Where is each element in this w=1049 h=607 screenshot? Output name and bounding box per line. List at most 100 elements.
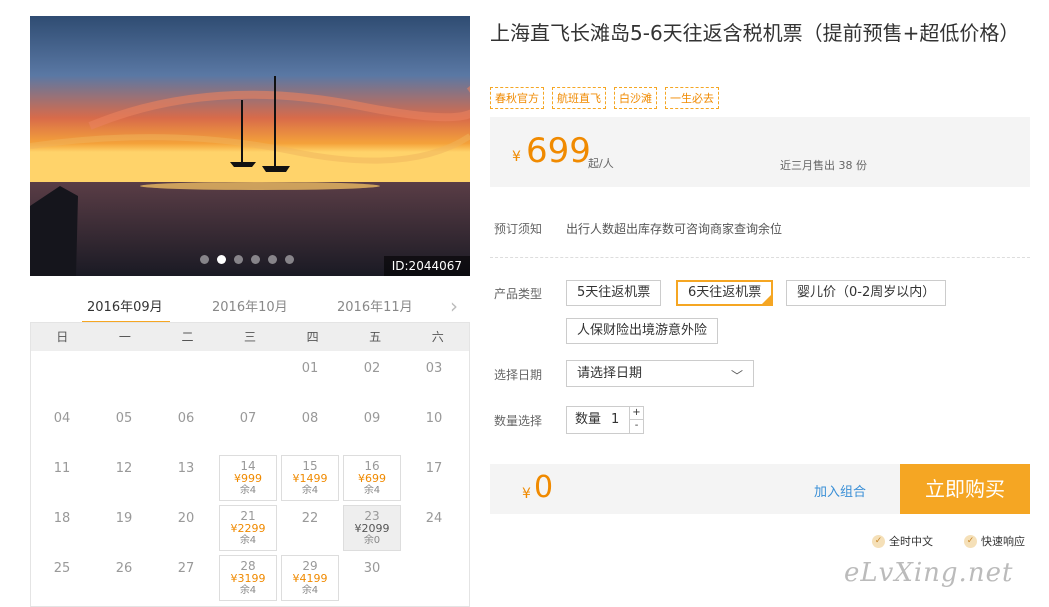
decrement-button[interactable]: -	[629, 420, 643, 433]
day-number: 16	[364, 459, 380, 473]
calendar-day-available[interactable]: 29 ¥4199 余4	[281, 555, 339, 601]
quantity-stepper[interactable]: 数量 1 + -	[566, 406, 644, 434]
photo-id-label: ID:2044067	[383, 256, 470, 276]
day-number: 04	[53, 411, 71, 426]
month-tabs: 2016年09月 2016年10月 2016年11月 ›	[30, 288, 470, 324]
option-6day-ticket[interactable]: 6天往返机票	[676, 280, 774, 306]
calendar-day: 30	[343, 555, 401, 601]
weekday-label: 一	[118, 330, 131, 344]
tab-month-oct[interactable]: 2016年10月	[212, 296, 288, 315]
day-price: ¥999	[234, 472, 262, 485]
day-number: 03	[425, 361, 443, 376]
day-remaining: 余4	[239, 585, 257, 596]
tag: 春秋官方	[490, 87, 544, 109]
carousel-dots	[200, 255, 294, 264]
calendar-day-available[interactable]: 16 ¥699 余4	[343, 455, 401, 501]
day-number: 28	[240, 559, 256, 573]
weekday-label: 二	[181, 330, 194, 344]
day-number: 13	[177, 461, 195, 476]
weekday-label: 三	[244, 330, 257, 344]
divider	[490, 257, 1030, 258]
sunset-sailboat-image	[30, 16, 470, 276]
date-select[interactable]: 请选择日期 ﹀	[566, 360, 754, 387]
calendar-day: 24	[405, 505, 463, 551]
calendar-day-available[interactable]: 14 ¥999 余4	[219, 455, 277, 501]
chevron-right-icon[interactable]: ›	[450, 294, 458, 318]
increment-button[interactable]: +	[629, 407, 643, 420]
day-number: 12	[115, 461, 133, 476]
weekday-label: 五	[369, 330, 382, 344]
calendar-day: 09	[343, 405, 401, 451]
day-number: 23	[364, 509, 380, 523]
calendar-day-available[interactable]: 15 ¥1499 余4	[281, 455, 339, 501]
carousel-dot[interactable]	[251, 255, 260, 264]
calendar-day: 18	[33, 505, 91, 551]
service-fast-response: ✓ 快速响应	[964, 533, 1025, 549]
day-remaining: 余4	[239, 535, 257, 546]
day-number: 24	[425, 511, 443, 526]
product-title: 上海直飞长滩岛5-6天往返含税机票（提前预售+超低价格）	[490, 21, 1020, 45]
day-number: 10	[425, 411, 443, 426]
day-price: ¥2299	[230, 522, 266, 535]
day-number: 29	[302, 559, 318, 573]
day-number: 20	[177, 511, 195, 526]
total-currency: ¥	[522, 486, 531, 502]
calendar-day: 08	[281, 405, 339, 451]
option-infant-price[interactable]: 婴儿价（0-2周岁以内）	[786, 280, 947, 306]
calendar-day-available[interactable]: 21 ¥2299 余4	[219, 505, 277, 551]
day-number: 21	[240, 509, 256, 523]
carousel-dot[interactable]	[285, 255, 294, 264]
buy-now-button[interactable]: 立即购买	[900, 464, 1030, 514]
day-number: 14	[240, 459, 256, 473]
calendar-day: 25	[33, 555, 91, 601]
check-icon: ✓	[964, 534, 977, 548]
weekday-label: 日	[56, 330, 69, 344]
type-label: 产品类型	[494, 287, 543, 301]
date-label: 选择日期	[494, 368, 543, 382]
day-number: 30	[363, 561, 381, 576]
day-price: ¥2099	[354, 522, 390, 535]
service-label: 全时中文	[889, 535, 933, 548]
calendar-day: 02	[343, 355, 401, 401]
qty-value[interactable]: 1	[611, 407, 619, 433]
calendar-day: 19	[95, 505, 153, 551]
calendar-day: 17	[405, 455, 463, 501]
add-combo-link[interactable]: 加入组合	[814, 481, 866, 500]
checkout-bar: ¥ 0 加入组合 立即购买	[490, 464, 1030, 514]
qty-inner-label: 数量	[575, 412, 602, 427]
weekday-label: 六	[431, 330, 444, 344]
day-remaining: 余4	[301, 485, 319, 496]
calendar-day: 13	[157, 455, 215, 501]
tag: 白沙滩	[614, 87, 657, 109]
tag: 一生必去	[665, 87, 719, 109]
day-number: 26	[115, 561, 133, 576]
calendar-day: 20	[157, 505, 215, 551]
calendar-day: 27	[157, 555, 215, 601]
carousel-dot[interactable]	[268, 255, 277, 264]
day-number: 19	[115, 511, 133, 526]
carousel-dot[interactable]	[234, 255, 243, 264]
currency-symbol: ¥	[512, 149, 521, 165]
day-number: 15	[302, 459, 318, 473]
sold-count: 近三月售出 38 份	[780, 159, 867, 172]
day-remaining: 余4	[363, 485, 381, 496]
tab-month-sep[interactable]: 2016年09月	[87, 296, 163, 315]
day-number: 25	[53, 561, 71, 576]
tab-month-nov[interactable]: 2016年11月	[337, 296, 413, 315]
service-chinese: ✓ 全时中文	[872, 533, 933, 549]
day-number: 18	[53, 511, 71, 526]
chevron-down-icon: ﹀	[730, 369, 743, 383]
day-number: 22	[301, 511, 319, 526]
day-number: 06	[177, 411, 195, 426]
carousel-dot[interactable]	[200, 255, 209, 264]
calendar-day: 22	[281, 505, 339, 551]
calendar-day-available[interactable]: 23 ¥2099 余0	[343, 505, 401, 551]
notice-label: 预订须知	[494, 222, 543, 236]
option-travel-insurance[interactable]: 人保财险出境游意外险	[566, 318, 719, 344]
day-number: 17	[425, 461, 443, 476]
carousel-dot-active[interactable]	[217, 255, 226, 264]
product-photo[interactable]: ID:2044067	[30, 16, 470, 276]
service-label: 快速响应	[981, 535, 1025, 548]
calendar-day-available[interactable]: 28 ¥3199 余4	[219, 555, 277, 601]
option-5day-ticket[interactable]: 5天往返机票	[566, 280, 662, 306]
